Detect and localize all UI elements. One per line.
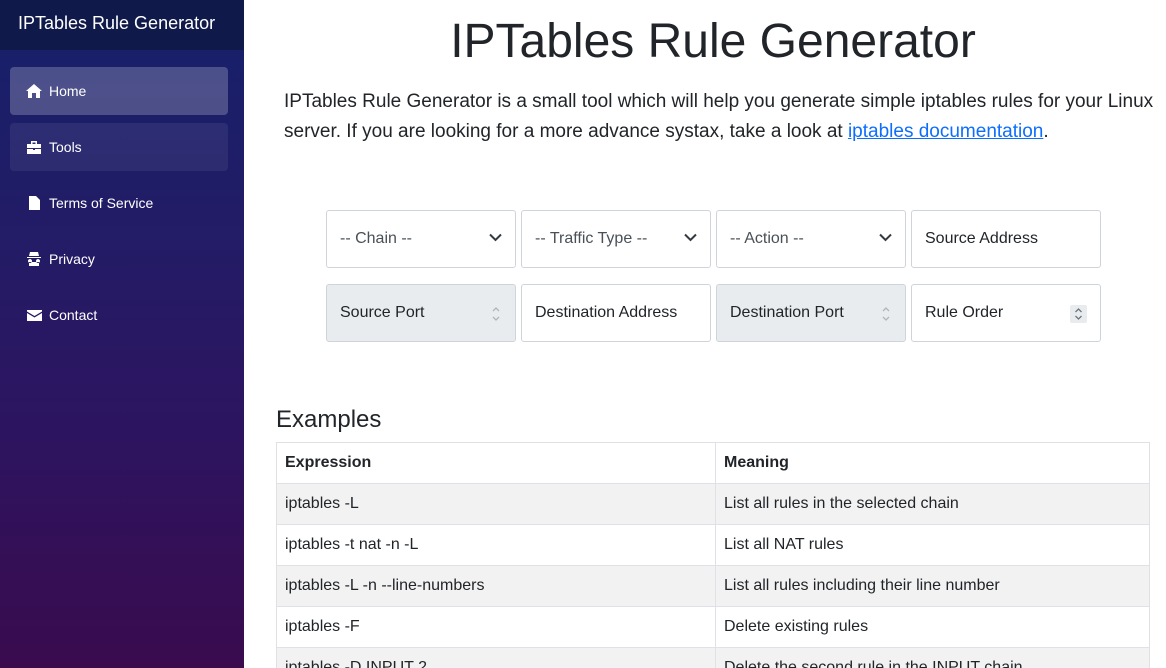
envelope-icon <box>25 307 43 323</box>
sidebar-item-label: Contact <box>49 307 98 323</box>
intro-paragraph: IPTables Rule Generator is a small tool … <box>284 87 1154 147</box>
traffic-type-select-value: -- Traffic Type -- <box>535 230 648 247</box>
meaning-cell: List all rules including their line numb… <box>715 565 1150 607</box>
intro-end: . <box>1043 121 1049 142</box>
sidebar-nav: Home Tools Terms of Service Privacy Cont… <box>0 50 244 339</box>
rule-order-input[interactable]: Rule Order <box>911 284 1101 342</box>
expression-cell: iptables -D INPUT 2 <box>276 647 716 668</box>
meaning-cell: List all rules in the selected chain <box>715 483 1150 525</box>
expression-cell: iptables -F <box>276 606 716 648</box>
source-address-input[interactable]: Source Address <box>911 210 1101 268</box>
sidebar-item-label: Privacy <box>49 251 95 267</box>
sidebar: IPTables Rule Generator Home Tools Terms… <box>0 0 244 668</box>
chevron-down-icon <box>684 233 697 242</box>
sidebar-item-privacy[interactable]: Privacy <box>10 235 228 283</box>
destination-port-placeholder: Destination Port <box>730 304 844 321</box>
column-header-expression: Expression <box>276 442 716 484</box>
sidebar-item-label: Home <box>49 83 87 99</box>
meaning-cell: List all NAT rules <box>715 524 1150 566</box>
expression-cell: iptables -t nat -n -L <box>276 524 716 566</box>
destination-address-input[interactable]: Destination Address <box>521 284 711 342</box>
table-row: iptables -F Delete existing rules <box>276 606 1150 648</box>
rule-form-row-2: Source Port Destination Address Destinat… <box>326 284 1101 342</box>
source-port-input[interactable]: Source Port <box>326 284 516 342</box>
source-address-placeholder: Source Address <box>925 230 1038 247</box>
chevron-down-icon <box>879 233 892 242</box>
column-header-meaning: Meaning <box>715 442 1150 484</box>
action-select-value: -- Action -- <box>730 230 804 247</box>
document-icon <box>25 195 43 211</box>
main-content: IPTables Rule Generator IPTables Rule Ge… <box>244 0 1166 668</box>
sidebar-item-label: Terms of Service <box>49 195 154 211</box>
number-spinner-icon[interactable] <box>1070 305 1087 323</box>
table-row: iptables -t nat -n -L List all NAT rules <box>276 524 1150 566</box>
chain-select-value: -- Chain -- <box>340 230 413 247</box>
privacy-icon <box>25 251 43 267</box>
number-spinner-icon <box>492 307 500 321</box>
home-icon <box>25 83 43 99</box>
meaning-cell: Delete existing rules <box>715 606 1150 648</box>
table-row: iptables -L -n --line-numbers List all r… <box>276 565 1150 607</box>
sidebar-item-label: Tools <box>49 139 82 155</box>
sidebar-item-home[interactable]: Home <box>10 67 228 115</box>
sidebar-brand[interactable]: IPTables Rule Generator <box>0 0 244 50</box>
examples-heading: Examples <box>276 406 382 433</box>
rule-form-row-1: -- Chain -- -- Traffic Type -- -- Action… <box>326 210 1101 268</box>
page-title: IPTables Rule Generator <box>450 15 976 68</box>
source-port-placeholder: Source Port <box>340 304 425 321</box>
expression-cell: iptables -L -n --line-numbers <box>276 565 716 607</box>
iptables-documentation-link[interactable]: iptables documentation <box>848 121 1043 142</box>
meaning-cell: Delete the second rule in the INPUT chai… <box>715 647 1150 668</box>
destination-address-placeholder: Destination Address <box>535 304 678 321</box>
expression-cell: iptables -L <box>276 483 716 525</box>
table-row: iptables -D INPUT 2 Delete the second ru… <box>276 647 1150 668</box>
sidebar-item-tools[interactable]: Tools <box>10 123 228 171</box>
table-row: iptables -L List all rules in the select… <box>276 483 1150 525</box>
table-header-row: Expression Meaning <box>276 442 1150 484</box>
chain-select[interactable]: -- Chain -- <box>326 210 516 268</box>
number-spinner-icon <box>882 307 890 321</box>
sidebar-item-terms-of-service[interactable]: Terms of Service <box>10 179 228 227</box>
rule-order-placeholder: Rule Order <box>925 304 1004 321</box>
examples-table: Expression Meaning iptables -L List all … <box>276 442 1150 668</box>
toolbox-icon <box>25 139 43 155</box>
chevron-down-icon <box>489 233 502 242</box>
traffic-type-select[interactable]: -- Traffic Type -- <box>521 210 711 268</box>
action-select[interactable]: -- Action -- <box>716 210 906 268</box>
destination-port-input[interactable]: Destination Port <box>716 284 906 342</box>
sidebar-item-contact[interactable]: Contact <box>10 291 228 339</box>
